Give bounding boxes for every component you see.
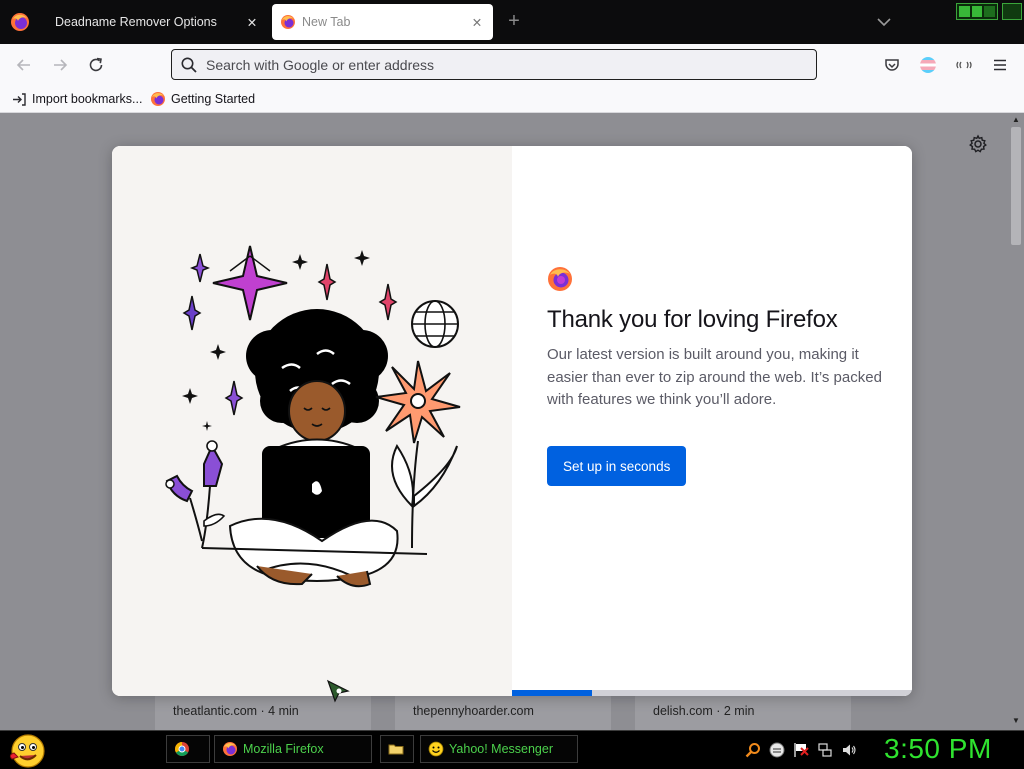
- taskbar-button-label: Mozilla Firefox: [243, 742, 324, 756]
- back-button[interactable]: [12, 53, 36, 77]
- scroll-down-icon[interactable]: ▼: [1010, 716, 1022, 726]
- forward-arrow-icon: [54, 59, 68, 71]
- person-with-laptop-illustration: [165, 245, 461, 588]
- back-arrow-icon: [16, 59, 30, 71]
- pocket-icon: [885, 59, 899, 71]
- modal-description: Our latest version is built around you, …: [547, 346, 882, 408]
- app-menu-button[interactable]: [988, 53, 1012, 77]
- extension-button[interactable]: [952, 53, 976, 77]
- pocket-button[interactable]: [880, 53, 904, 77]
- taskbar-folder-button[interactable]: [380, 735, 414, 763]
- bookmark-label: Getting Started: [171, 92, 256, 106]
- hamburger-menu-icon: [994, 59, 1006, 71]
- taskbar-yahoo-messenger-button[interactable]: Yahoo! Messenger: [420, 735, 578, 763]
- navigation-toolbar: [0, 44, 1024, 85]
- window-control[interactable]: [1002, 3, 1022, 20]
- new-tab-page: theatlantic.com · 4 min thepennyhoarder.…: [0, 113, 1024, 730]
- taskbar: Mozilla Firefox Yahoo! Messenger 3:50 PM: [0, 730, 1024, 768]
- set-up-button[interactable]: Set up in seconds: [547, 446, 687, 486]
- folder-icon: [388, 744, 404, 755]
- system-meter-widget: [956, 3, 998, 20]
- onboarding-content-panel: Thank you for loving Firefox Our latest …: [512, 146, 912, 696]
- forward-button[interactable]: [48, 53, 72, 77]
- bookmark-getting-started[interactable]: Getting Started: [150, 90, 255, 108]
- tab-strip: Deadname Remover Options ✕ New Tab ✕ +: [0, 0, 1024, 44]
- bookmark-label: Import bookmarks...: [32, 92, 143, 106]
- taskbar-clock: 3:50 PM: [884, 733, 992, 764]
- chevron-down-icon[interactable]: [874, 12, 894, 32]
- start-smiley-icon[interactable]: [6, 733, 48, 769]
- search-input[interactable]: [206, 56, 816, 73]
- scrollbar-thumb[interactable]: [1011, 127, 1021, 245]
- firefox-icon: [223, 742, 237, 756]
- bookmarks-toolbar: Import bookmarks... Getting Started: [0, 85, 1024, 113]
- tab-title: Deadname Remover Options: [55, 15, 217, 29]
- firefox-icon: [281, 15, 295, 29]
- reload-button[interactable]: [84, 53, 108, 77]
- modal-title: Thank you for loving Firefox: [547, 306, 838, 333]
- firefox-menu-icon[interactable]: [10, 12, 30, 32]
- onboarding-progress-fill: [512, 690, 592, 696]
- onboarding-illustration-panel: [112, 146, 512, 696]
- import-icon: [13, 92, 26, 106]
- story-meta: thepennyhoarder.com: [413, 704, 534, 718]
- address-bar[interactable]: [171, 49, 817, 80]
- search-icon: [181, 57, 197, 73]
- scroll-up-icon[interactable]: ▲: [1010, 115, 1022, 125]
- onboarding-modal: Thank you for loving Firefox Our latest …: [112, 146, 912, 696]
- taskbar-button-label: Yahoo! Messenger: [449, 742, 553, 756]
- tab-deadname-options[interactable]: Deadname Remover Options ✕: [42, 4, 268, 40]
- close-icon[interactable]: ✕: [240, 10, 264, 34]
- firefox-logo-icon: [548, 267, 572, 291]
- story-meta: theatlantic.com · 4 min: [173, 704, 299, 718]
- volume-tray-icon[interactable]: [841, 742, 857, 758]
- taskbar-firefox-button[interactable]: Mozilla Firefox: [214, 735, 372, 763]
- flag-tray-icon[interactable]: [793, 742, 809, 758]
- account-avatar-button[interactable]: [916, 53, 940, 77]
- extension-icon: [956, 61, 972, 69]
- taskbar-chrome-button[interactable]: [166, 735, 210, 763]
- network-tray-icon[interactable]: [817, 742, 833, 758]
- search-tray-icon[interactable]: [745, 742, 761, 758]
- gear-icon[interactable]: [968, 134, 988, 154]
- tab-title: New Tab: [302, 15, 351, 29]
- bookmark-import[interactable]: Import bookmarks...: [12, 90, 142, 108]
- tab-new-tab[interactable]: New Tab ✕: [272, 4, 493, 40]
- mouse-cursor-icon: [326, 679, 350, 703]
- status-tray-icon[interactable]: [769, 742, 785, 758]
- yahoo-smiley-icon: [428, 741, 444, 757]
- new-tab-button[interactable]: +: [502, 10, 526, 34]
- close-icon[interactable]: ✕: [465, 10, 489, 34]
- story-meta: delish.com · 2 min: [653, 704, 755, 718]
- chrome-icon: [175, 742, 189, 756]
- reload-icon: [89, 57, 103, 72]
- pride-flag-avatar-icon: [920, 57, 936, 73]
- firefox-icon: [151, 92, 165, 106]
